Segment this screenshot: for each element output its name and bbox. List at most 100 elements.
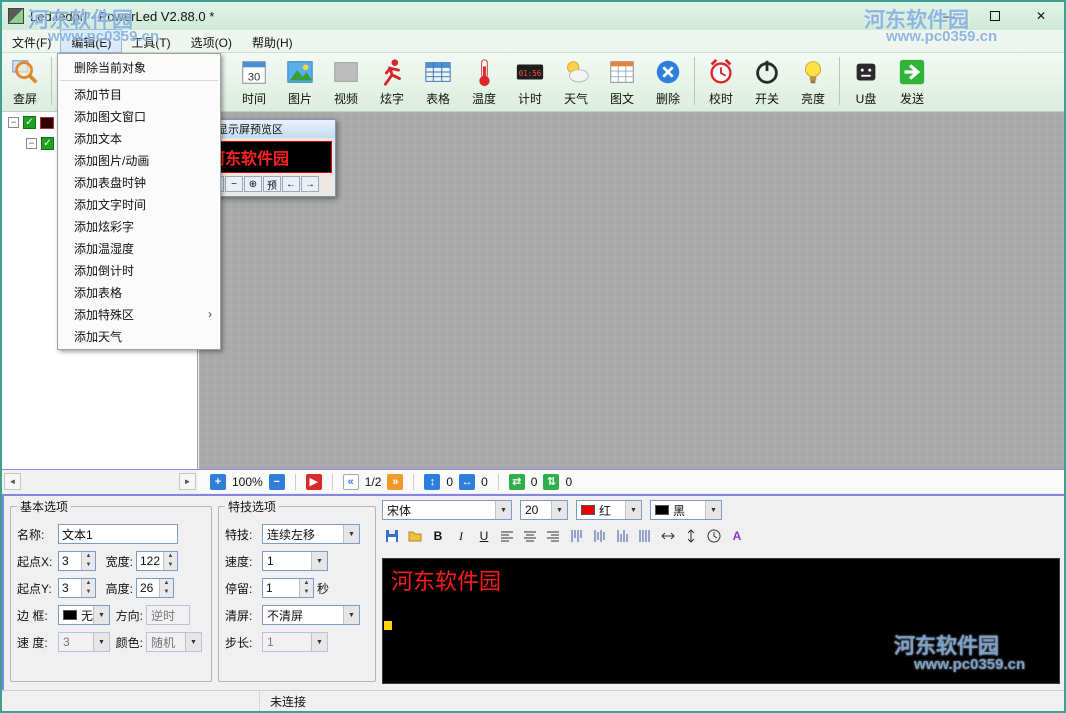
menu-item-add-image-text-window[interactable]: 添加图文窗口 (58, 105, 220, 127)
menu-item-add-weather[interactable]: 添加天气 (58, 325, 220, 347)
menu-item-add-countdown[interactable]: 添加倒计时 (58, 259, 220, 281)
screen-preview-window[interactable]: 显示屏预览区 河东软件园 ▦ − ⊕ 预 ← → (202, 119, 336, 197)
toolbar-button-delete[interactable]: 删除 (645, 53, 691, 110)
toolbar-button-picture[interactable]: 图片 (277, 53, 323, 110)
y-shift-icon[interactable]: ⇅ (543, 473, 560, 490)
crosshair-icon[interactable]: ⊕ (244, 176, 262, 192)
chevron-down-icon: ▼ (93, 633, 109, 651)
vertical-offset-icon[interactable]: ↕ (424, 473, 441, 490)
menu-item-add-picture-animation[interactable]: 添加图片/动画 (58, 149, 220, 171)
preview-window-titlebar[interactable]: 显示屏预览区 (203, 120, 335, 138)
menu-item-add-fancy-text[interactable]: 添加炫彩字 (58, 215, 220, 237)
menu-item-add-dial-clock[interactable]: 添加表盘时钟 (58, 171, 220, 193)
toolbar-button-send[interactable]: 发送 (889, 53, 935, 110)
horizontal-offset-icon[interactable]: ↔ (459, 473, 476, 490)
toolbar-button-image-text[interactable]: 图文 (599, 53, 645, 110)
name-input[interactable] (58, 524, 178, 544)
menu-options[interactable]: 选项(O) (181, 30, 242, 52)
clear-screen-select[interactable]: 不清屏 ▼ (262, 605, 360, 625)
text-color-select[interactable]: 红 ▼ (576, 500, 642, 520)
char-spacing-icon[interactable] (658, 526, 678, 546)
toolbar-button-power[interactable]: 开关 (744, 53, 790, 110)
toolbar-button-brightness[interactable]: 亮度 (790, 53, 836, 110)
led-text-preview[interactable]: 河东软件园 (382, 558, 1060, 684)
start-y-label: 起点Y: (17, 581, 52, 596)
checkbox-checked-icon[interactable]: ✓ (41, 137, 54, 150)
expander-icon[interactable]: − (26, 138, 37, 149)
toolbar-button-search-screen[interactable]: 查屏 (2, 53, 48, 110)
font-color-button[interactable]: A (727, 526, 747, 546)
valign-bottom-icon[interactable] (612, 526, 632, 546)
x-shift-icon[interactable]: ⇄ (508, 473, 525, 490)
font-family-select[interactable]: 宋体 ▼ (382, 500, 512, 520)
toolbar-button-usb[interactable]: U盘 (843, 53, 889, 110)
direction-label: 方向: (115, 608, 143, 623)
menu-item-add-temp-humidity[interactable]: 添加温湿度 (58, 237, 220, 259)
chevron-down-icon: ▼ (625, 501, 641, 519)
width-stepper[interactable]: 122 ▲ ▼ (136, 551, 179, 571)
italic-button[interactable]: I (451, 526, 471, 546)
border-select[interactable]: 无 ▼ (58, 605, 110, 625)
save-icon[interactable] (382, 526, 402, 546)
menu-file[interactable]: 文件(F) (2, 30, 61, 52)
checkbox-checked-icon[interactable]: ✓ (23, 116, 36, 129)
valign-stretch-icon[interactable] (635, 526, 655, 546)
tree-horizontal-scrollbar[interactable]: ◄ ► (2, 469, 198, 493)
toolbar-label: 视频 (333, 92, 358, 106)
toolbar-button-video[interactable]: 视频 (323, 53, 369, 110)
zoom-in-button[interactable]: + (210, 473, 226, 490)
start-y-stepper[interactable]: 3 ▲ ▼ (58, 578, 96, 598)
zoom-out-button[interactable]: − (268, 473, 285, 490)
effect-speed-select[interactable]: 1 ▼ (262, 551, 328, 571)
background-color-select[interactable]: 黑 ▼ (650, 500, 722, 520)
expander-icon[interactable]: − (8, 117, 19, 128)
zoom-out-icon[interactable]: − (225, 176, 243, 192)
align-left-icon[interactable] (497, 526, 517, 546)
open-folder-icon[interactable] (405, 526, 425, 546)
bold-button[interactable]: B (428, 526, 448, 546)
scroll-left-icon[interactable]: ◄ (4, 473, 21, 490)
scroll-right-icon[interactable]: ► (179, 473, 196, 490)
menu-item-add-program[interactable]: 添加节目 (58, 83, 220, 105)
x-shift-value: 0 (530, 474, 538, 489)
underline-button[interactable]: U (474, 526, 494, 546)
play-button[interactable]: ▶ (305, 473, 322, 490)
valign-top-icon[interactable] (566, 526, 586, 546)
prev-page-button[interactable]: « (342, 473, 359, 490)
toolbar-button-table[interactable]: 表格 (415, 53, 461, 110)
toolbar-button-fancy-text[interactable]: 炫字 (369, 53, 415, 110)
menu-edit[interactable]: 编辑(E) (60, 29, 123, 53)
next-page-button[interactable]: » (387, 473, 404, 490)
stay-stepper[interactable]: 1 ▲ ▼ (262, 578, 314, 598)
toolbar-button-time-sync[interactable]: 校时 (698, 53, 744, 110)
toolbar-button-timer[interactable]: 01:56 计时 (507, 53, 553, 110)
clock-icon[interactable] (704, 526, 724, 546)
move-left-icon[interactable]: ← (282, 176, 300, 192)
minimize-button[interactable]: — (926, 2, 972, 30)
preview-button[interactable]: 预 (263, 176, 281, 192)
maximize-button[interactable] (972, 2, 1018, 30)
menu-item-add-text-time[interactable]: 添加文字时间 (58, 193, 220, 215)
font-size-select[interactable]: 20 ▼ (520, 500, 568, 520)
menu-tools[interactable]: 工具(T) (121, 30, 180, 52)
menu-item-delete-object[interactable]: 删除当前对象 (58, 56, 220, 78)
move-right-icon[interactable]: → (301, 176, 319, 192)
align-center-icon[interactable] (520, 526, 540, 546)
menu-item-add-table[interactable]: 添加表格 (58, 281, 220, 303)
effect-select[interactable]: 连续左移 ▼ (262, 524, 360, 544)
menu-item-add-special-zone[interactable]: 添加特殊区 › (58, 303, 220, 325)
toolbar-button-time[interactable]: 30 时间 (231, 53, 277, 110)
toolbar-button-weather[interactable]: 天气 (553, 53, 599, 110)
height-stepper[interactable]: 26 ▲ ▼ (136, 578, 174, 598)
toolbar-label: U盘 (855, 92, 877, 106)
menu-item-add-text[interactable]: 添加文本 (58, 127, 220, 149)
valign-middle-icon[interactable] (589, 526, 609, 546)
screen-object-icon (40, 116, 54, 129)
chevron-down-icon: ▼ (343, 606, 359, 624)
start-x-stepper[interactable]: 3 ▲ ▼ (58, 551, 96, 571)
align-right-icon[interactable] (543, 526, 563, 546)
close-button[interactable]: ✕ (1018, 2, 1064, 30)
toolbar-button-temperature[interactable]: 温度 (461, 53, 507, 110)
menu-help[interactable]: 帮助(H) (242, 30, 303, 52)
line-spacing-icon[interactable] (681, 526, 701, 546)
